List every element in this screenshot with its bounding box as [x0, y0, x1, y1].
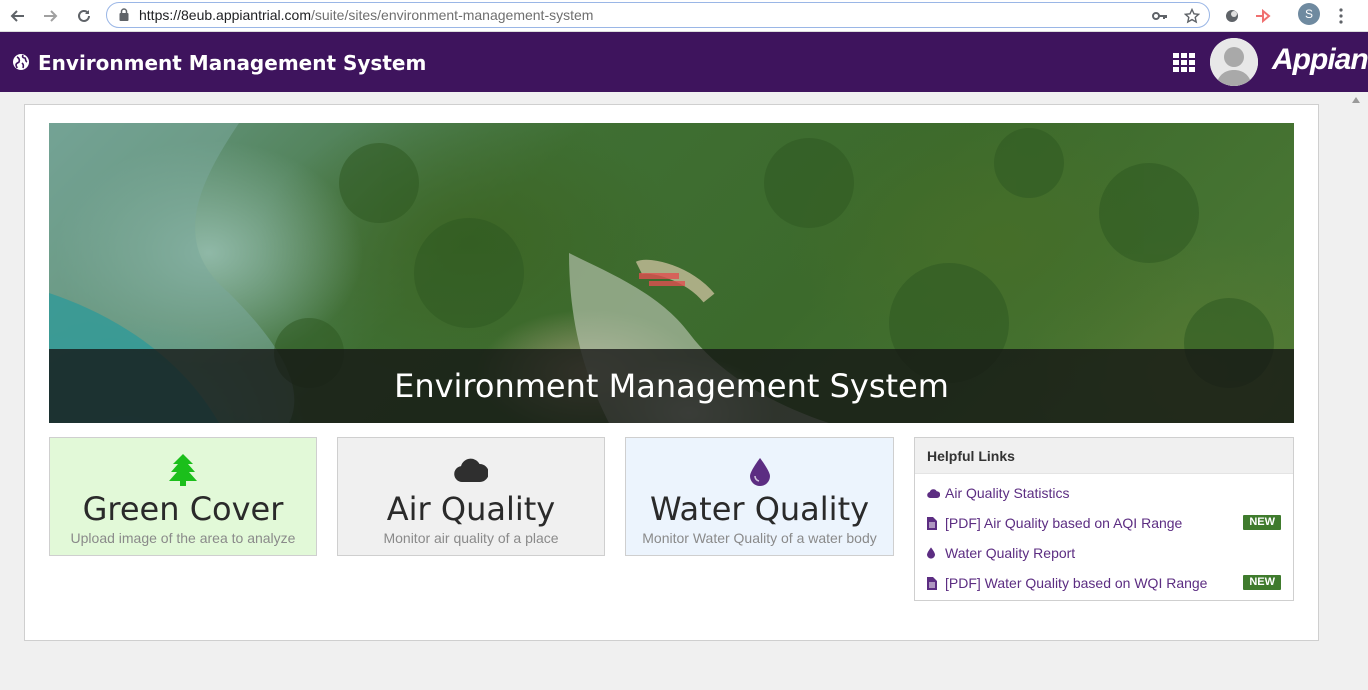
green-cover-card[interactable]: Green Cover Upload image of the area to … [49, 437, 317, 556]
air-quality-title: Air Quality [386, 490, 556, 528]
water-drop-icon [626, 458, 893, 486]
link-water-quality-report[interactable]: Water Quality Report [927, 544, 1075, 562]
document-icon [927, 576, 941, 590]
globe-icon [12, 53, 30, 76]
profile-avatar[interactable]: S [1298, 3, 1320, 25]
star-icon[interactable] [1183, 7, 1201, 25]
air-quality-desc: Monitor air quality of a place [383, 530, 559, 546]
water-drop-icon [927, 547, 941, 559]
water-quality-title: Water Quality [649, 490, 870, 528]
app-grid-icon[interactable] [1173, 53, 1195, 78]
lock-icon [119, 8, 129, 26]
reload-icon[interactable] [72, 4, 96, 28]
hero-caption: Environment Management System [49, 349, 1294, 423]
cloud-icon [927, 488, 941, 498]
site-title[interactable]: Environment Management System [38, 51, 426, 75]
link-pdf-wqi-range[interactable]: [PDF] Water Quality based on WQI Range [927, 574, 1207, 592]
green-cover-title: Green Cover [82, 490, 284, 528]
address-bar[interactable]: https://8eub.appiantrial.com/suite/sites… [106, 2, 1210, 28]
forward-icon[interactable] [38, 4, 62, 28]
hero-title: Environment Management System [394, 367, 949, 405]
green-cover-desc: Upload image of the area to analyze [70, 530, 296, 546]
user-avatar[interactable] [1210, 38, 1258, 86]
new-badge: NEW [1243, 515, 1281, 530]
hero-banner: Environment Management System [49, 123, 1294, 423]
water-quality-desc: Monitor Water Quality of a water body [642, 530, 877, 546]
menu-dots-icon[interactable] [1330, 5, 1352, 27]
appian-logo[interactable]: Appian [1272, 43, 1368, 77]
document-icon [927, 516, 941, 530]
extension-icon[interactable] [1221, 5, 1243, 27]
tree-icon [50, 454, 316, 486]
app-header: Environment Management System [0, 32, 1368, 92]
browser-toolbar: https://8eub.appiantrial.com/suite/sites… [0, 0, 1368, 32]
url-text: https://8eub.appiantrial.com/suite/sites… [139, 7, 594, 23]
helpful-links-panel: Helpful Links Air Quality Statistics [PD… [914, 437, 1294, 601]
link-air-quality-statistics[interactable]: Air Quality Statistics [927, 484, 1069, 502]
cloud-icon [338, 458, 604, 482]
water-quality-card[interactable]: Water Quality Monitor Water Quality of a… [625, 437, 894, 556]
air-quality-card[interactable]: Air Quality Monitor air quality of a pla… [337, 437, 605, 556]
helpful-links-heading: Helpful Links [915, 438, 1293, 474]
cast-icon[interactable] [1253, 5, 1275, 27]
back-icon[interactable] [6, 4, 30, 28]
new-badge: NEW [1243, 575, 1281, 590]
link-pdf-aqi-range[interactable]: [PDF] Air Quality based on AQI Range [927, 514, 1182, 532]
key-icon[interactable] [1151, 7, 1169, 25]
scroll-up-arrow[interactable] [1352, 97, 1360, 103]
